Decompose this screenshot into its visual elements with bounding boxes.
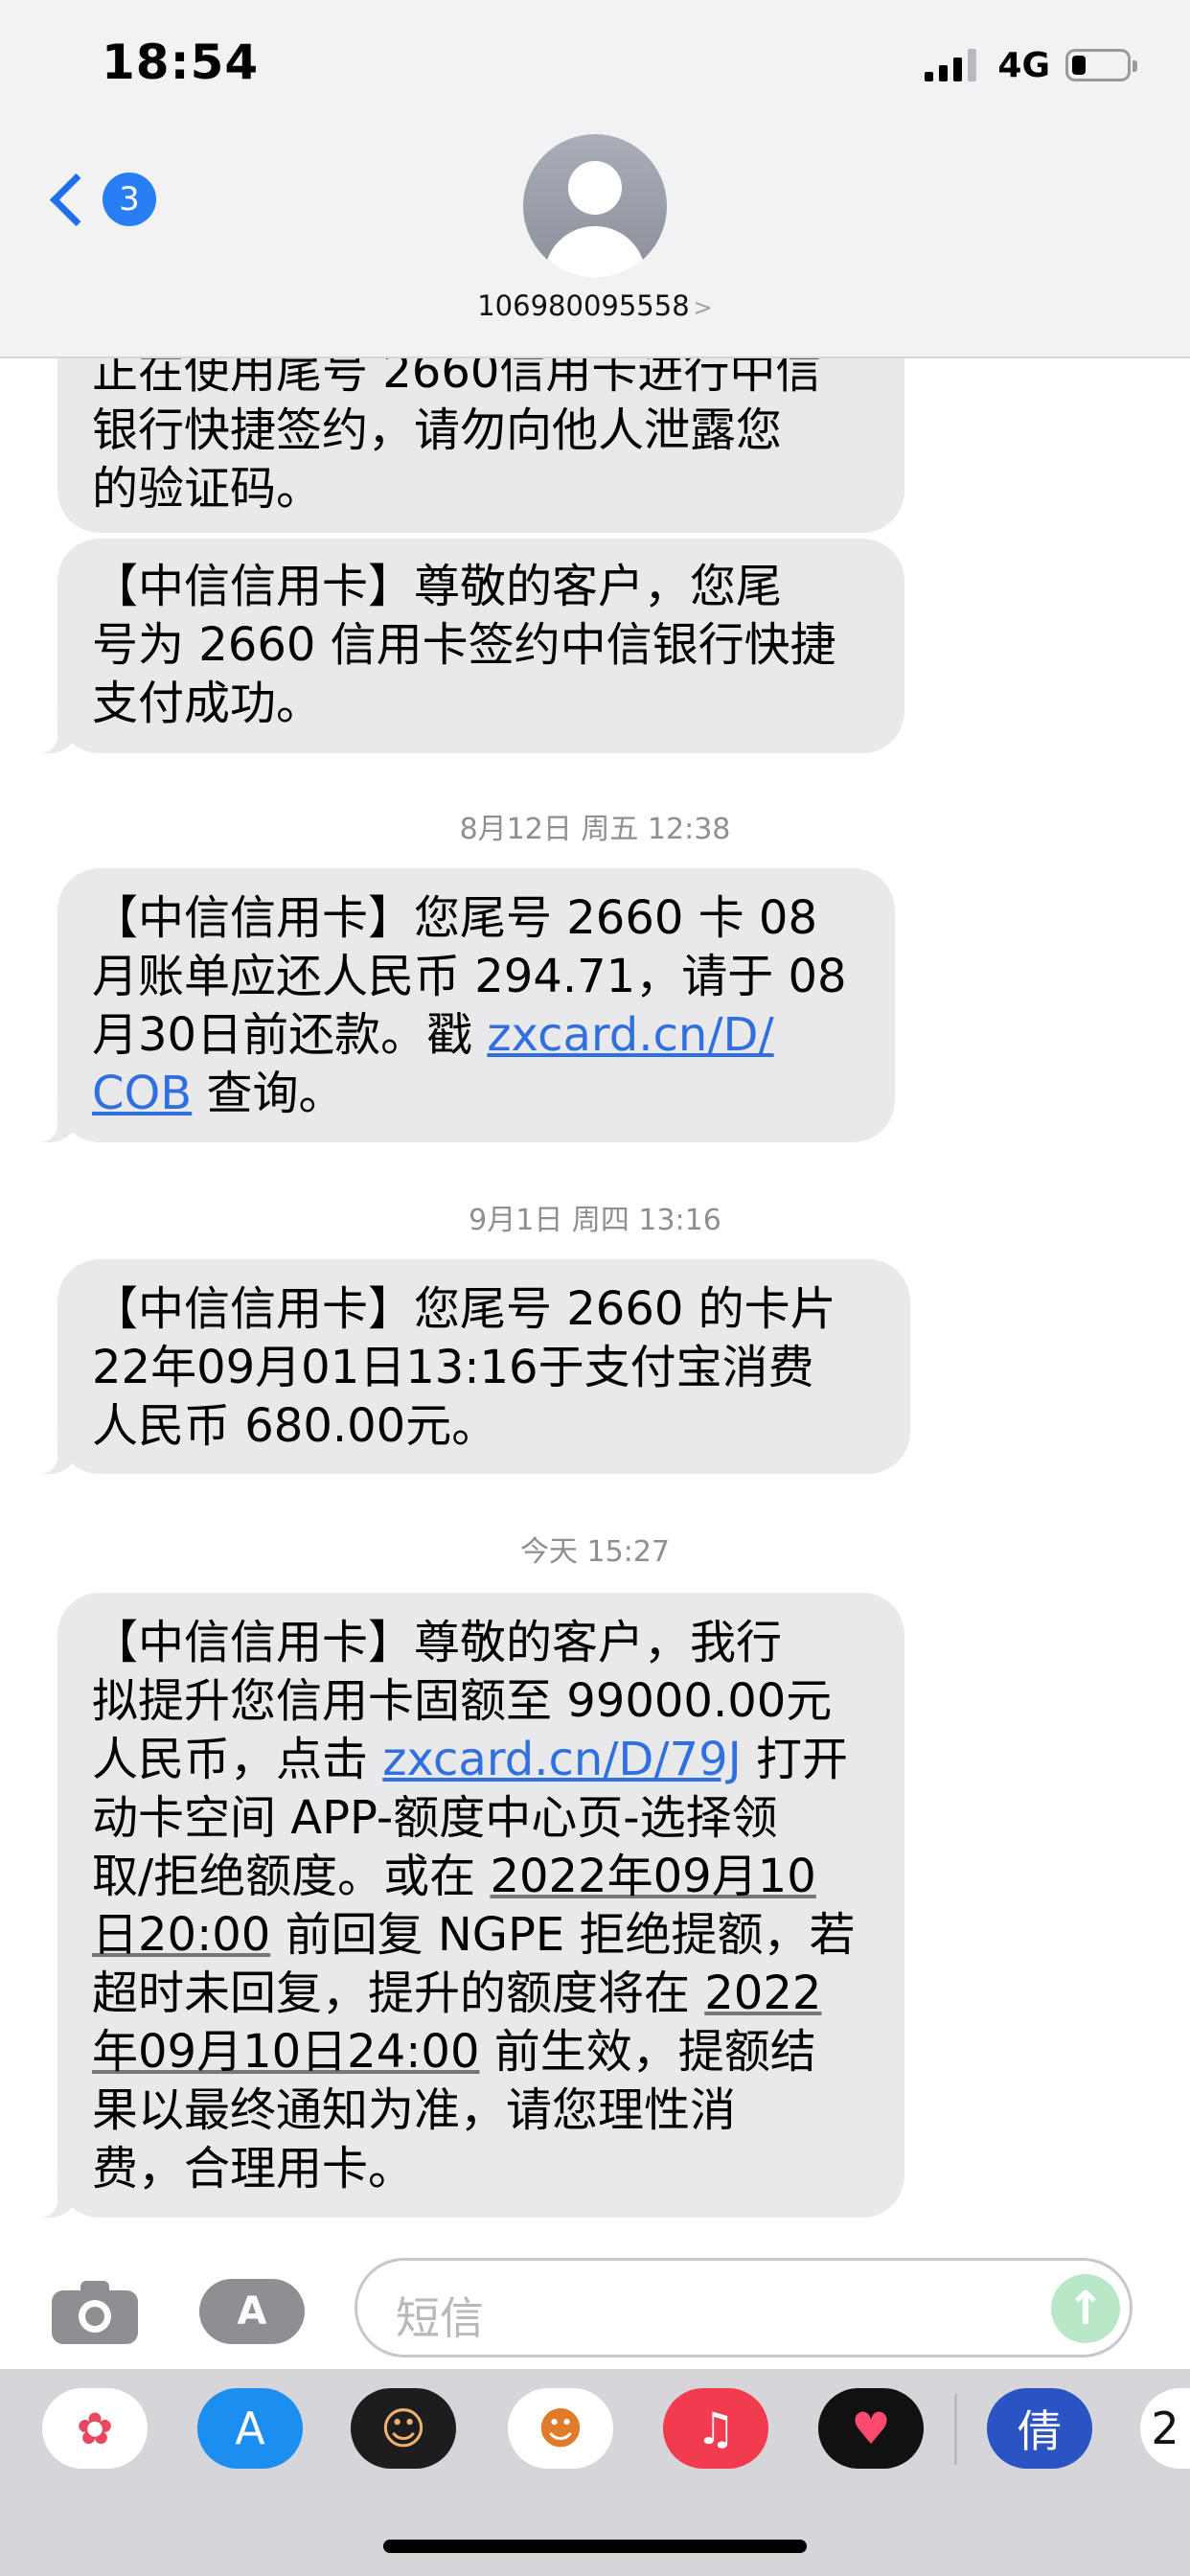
home-indicator[interactable] [383,2540,807,2553]
message-line: 拟提升您信用卡固额至 99000.00元 [92,1674,833,1728]
back-button[interactable]: 3 [44,172,156,226]
message-line: COB 查询。 [92,1067,345,1120]
message-line: 人民币 680.00元。 [92,1399,498,1453]
message-link[interactable]: zxcard.cn/D/79J [382,1733,742,1786]
message-bubble[interactable]: 【中信信用卡】尊敬的客户，我行 拟提升您信用卡固额至 99000.00元 人民币… [31,1593,904,2218]
message-input[interactable]: 短信 ↑ [355,2258,1133,2358]
date-detector[interactable]: 年09月10日24:00 [92,2025,480,2079]
photos-app-icon[interactable]: ✿ [42,2388,148,2469]
music-app-icon[interactable]: ♫ [663,2388,768,2469]
date-detector[interactable]: 日20:00 [92,1908,270,1962]
timestamp: 今天 15:27 [520,1535,670,1569]
countdown-app-icon[interactable]: 2 [1140,2388,1190,2469]
message-link-continued[interactable]: COB [92,1067,192,1120]
contact-number: 106980095558 [477,289,690,322]
date-detector[interactable]: 2022年09月10 [490,1850,815,1903]
message-line: 的验证码。 [92,462,323,516]
message-line: 号为 2660 信用卡签约中信银行快捷 [92,618,836,672]
digital-touch-app-icon[interactable]: ♥ [818,2388,924,2469]
conversation-header: 18:54 4G 3 106980095558 > [0,0,1190,358]
timestamp: 9月1日 周四 13:16 [469,1204,721,1237]
message-input-placeholder: 短信 [396,2292,484,2344]
message-bubble[interactable]: 【中信信用卡】尊敬的客户，您尾 号为 2660 信用卡签约中信银行快捷 支付成功… [31,539,904,753]
message-line: 果以最终通知为准，请您理性消 [92,2083,737,2137]
app-drawer-divider [954,2394,957,2465]
signal-icon [925,49,977,81]
battery-icon [1065,49,1137,81]
message-line: 人民币，点击 zxcard.cn/D/79J 打开 [92,1733,849,1786]
status-indicators: 4G [925,42,1137,88]
message-line: 超时未回复，提升的额度将在 2022 [92,1966,822,2020]
message-line: 月账单应还人民币 294.71，请于 08 [92,950,847,1003]
message-line: 【中信信用卡】您尾号 2660 卡 08 [92,891,818,945]
contact-avatar[interactable] [523,134,667,278]
message-link[interactable]: zxcard.cn/D/ [487,1008,773,1062]
chevron-left-icon [49,172,103,226]
date-detector[interactable]: 2022 [704,1966,821,2020]
app-store-button[interactable]: A [199,2279,305,2344]
message-line: 【中信信用卡】尊敬的客户，您尾 [92,560,783,613]
message-line: 费，合理用卡。 [92,2142,415,2196]
message-bubble[interactable]: 【中信信用卡】您尾号 2660 的卡片 22年09月01日13:16于支付宝消费… [31,1259,910,1474]
app-store-app-icon[interactable]: A [197,2388,303,2469]
message-line: 22年09月01日13:16于支付宝消费 [92,1341,814,1394]
message-line: 日20:00 前回复 NGPE 拒绝提额，若 [92,1908,856,1962]
animoji-app-icon[interactable]: ☻ [508,2388,613,2469]
status-time: 18:54 [102,34,260,90]
message-line: 【中信信用卡】尊敬的客户，我行 [92,1616,783,1669]
unread-count-badge: 3 [103,172,156,226]
message-line: 支付成功。 [92,677,323,730]
third-party-app-icon[interactable]: 倩 [987,2388,1092,2469]
message-line: 取/拒绝额度。或在 2022年09月10 [92,1850,816,1903]
message-line: 【中信信用卡】您尾号 2660 的卡片 [92,1282,836,1336]
contact-name[interactable]: 106980095558 > [0,289,1190,322]
message-line: 年09月10日24:00 前生效，提额结 [92,2025,816,2079]
send-button[interactable]: ↑ [1051,2274,1120,2343]
message-line: 月30日前还款。戳 zxcard.cn/D/ [92,1008,774,1062]
memoji-app-icon[interactable]: ☺ [351,2388,456,2469]
timestamp: 8月12日 周五 12:38 [459,813,731,846]
camera-button[interactable] [52,2279,138,2344]
message-line: 银行快捷签约，请勿向他人泄露您 [92,403,783,457]
camera-icon [79,2300,111,2333]
chevron-right-icon: > [693,294,713,321]
network-label: 4G [997,45,1050,85]
message-line: 动卡空间 APP-额度中心页-选择领 [92,1791,778,1845]
message-bubble[interactable]: 【中信信用卡】您尾号 2660 卡 08 月账单应还人民币 294.71，请于 … [31,868,895,1142]
